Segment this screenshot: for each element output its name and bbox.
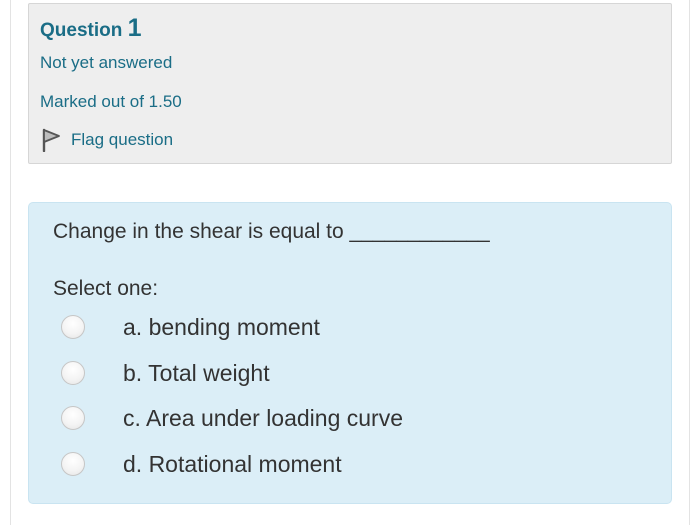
flag-question-button[interactable]: Flag question — [40, 128, 174, 153]
question-state: Not yet answered — [40, 53, 173, 72]
answer-label-d[interactable]: d. Rotational moment — [123, 451, 342, 478]
radio-button-b[interactable] — [61, 361, 85, 385]
select-prompt: Select one: — [53, 277, 159, 300]
question-grade: Marked out of 1.50 — [40, 92, 182, 111]
answer-option-d[interactable]: d. Rotational moment — [61, 449, 342, 479]
question-heading: Question 1 — [40, 14, 142, 43]
answer-option-a[interactable]: a. bending moment — [61, 312, 320, 342]
question-word: Question — [40, 20, 123, 41]
radio-button-d[interactable] — [61, 452, 85, 476]
answer-label-a[interactable]: a. bending moment — [123, 314, 320, 341]
answer-option-b[interactable]: b. Total weight — [61, 358, 270, 388]
radio-button-c[interactable] — [61, 406, 85, 430]
question-info-panel: Question 1 Not yet answered Marked out o… — [28, 3, 672, 164]
radio-button-a[interactable] — [61, 315, 85, 339]
answer-label-b[interactable]: b. Total weight — [123, 360, 270, 387]
flag-question-label: Flag question — [71, 130, 174, 149]
answer-label-c[interactable]: c. Area under loading curve — [123, 405, 403, 432]
question-content: Change in the shear is equal to ________… — [28, 202, 672, 504]
flag-icon — [40, 128, 62, 153]
answer-option-c[interactable]: c. Area under loading curve — [61, 403, 403, 433]
question-number: 1 — [127, 14, 142, 42]
question-text: Change in the shear is equal to ________… — [53, 220, 490, 243]
